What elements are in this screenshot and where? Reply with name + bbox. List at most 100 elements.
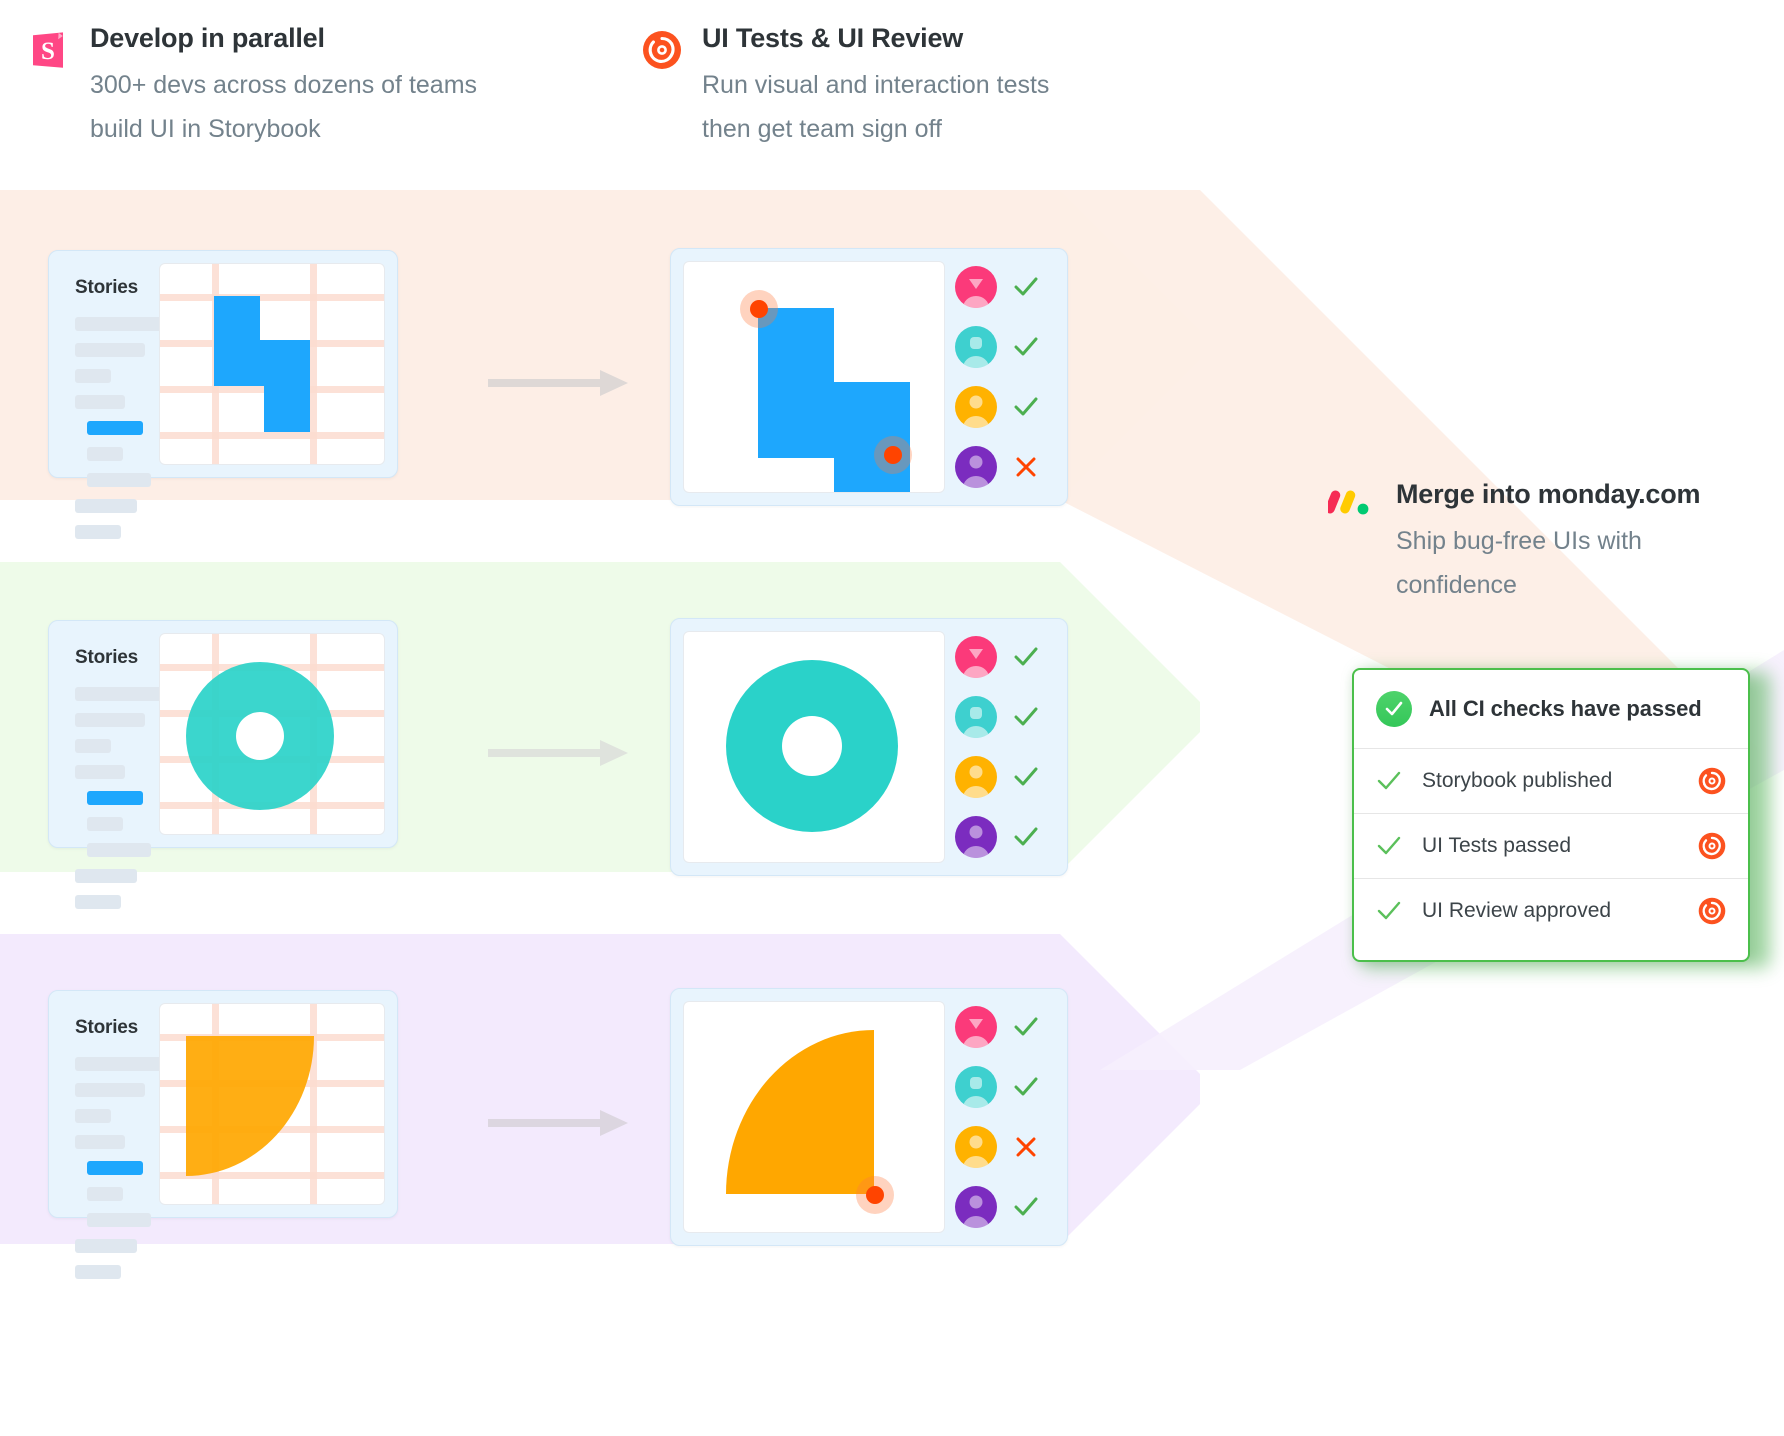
sidebar-item[interactable] — [75, 499, 137, 513]
story-browser-card[interactable]: Stories — [48, 620, 398, 848]
ci-check-row-label: Storybook published — [1422, 769, 1698, 793]
grid-line-horizontal — [160, 432, 384, 439]
sidebar-item[interactable] — [75, 1057, 163, 1071]
sidebar-item[interactable] — [75, 687, 163, 701]
stories-sidebar: Stories — [61, 1003, 159, 1205]
ci-panel-header: All CI checks have passed — [1354, 670, 1748, 748]
story-canvas — [159, 1003, 385, 1205]
stories-title: Stories — [75, 277, 159, 299]
header-subtitle: Ship bug-free UIs with confidence — [1396, 520, 1726, 608]
flow-arrow — [488, 1108, 628, 1143]
reviewers-rail — [945, 1001, 1057, 1233]
reviewer-row[interactable] — [955, 326, 1057, 368]
snapshot-canvas — [683, 1001, 945, 1233]
check-circle-filled-icon — [1376, 691, 1412, 727]
sidebar-item-selected[interactable] — [87, 791, 143, 805]
check-icon — [1376, 898, 1402, 924]
ci-check-row-label: UI Tests passed — [1422, 834, 1698, 858]
story-shape-quarter-circle — [186, 1036, 314, 1176]
sidebar-item[interactable] — [75, 1135, 125, 1149]
avatar — [955, 756, 997, 798]
reviewer-row[interactable] — [955, 816, 1057, 858]
review-card[interactable] — [670, 618, 1068, 876]
sidebar-item[interactable] — [87, 1213, 151, 1227]
sidebar-item[interactable] — [75, 317, 163, 331]
interaction-test-dot[interactable] — [874, 436, 912, 474]
reviewer-row[interactable] — [955, 696, 1057, 738]
monday-logo-icon — [1328, 486, 1376, 516]
sidebar-item[interactable] — [75, 395, 125, 409]
sidebar-item[interactable] — [75, 739, 111, 753]
flow-arrow — [488, 738, 628, 773]
story-browser-card[interactable]: Stories — [48, 250, 398, 478]
sidebar-item[interactable] — [75, 765, 125, 779]
sidebar-item[interactable] — [75, 1083, 145, 1097]
reviewer-row[interactable] — [955, 1186, 1057, 1228]
sidebar-item[interactable] — [75, 1265, 121, 1279]
sidebar-item[interactable] — [75, 343, 145, 357]
story-canvas — [159, 633, 385, 835]
stories-title: Stories — [75, 1017, 159, 1039]
avatar — [955, 636, 997, 678]
sidebar-item[interactable] — [87, 1187, 123, 1201]
snapshot-shape-donut-hole — [782, 716, 842, 776]
status-pass-icon — [1011, 1072, 1041, 1102]
story-shape-z-block — [264, 386, 310, 432]
review-card[interactable] — [670, 248, 1068, 506]
reviewer-row[interactable] — [955, 756, 1057, 798]
header-title: Merge into monday.com — [1396, 478, 1726, 510]
stories-sidebar: Stories — [61, 263, 159, 465]
chromatic-logo-icon — [642, 30, 682, 70]
reviewer-row[interactable] — [955, 266, 1057, 308]
status-pass-icon — [1011, 822, 1041, 852]
check-icon — [1376, 768, 1402, 794]
flow-arrow — [488, 368, 628, 403]
sidebar-item[interactable] — [87, 843, 151, 857]
sidebar-item[interactable] — [75, 713, 145, 727]
sidebar-item[interactable] — [87, 817, 123, 831]
status-fail-icon — [1011, 452, 1041, 482]
status-pass-icon — [1011, 272, 1041, 302]
ci-check-row[interactable]: UI Tests passed — [1354, 813, 1748, 878]
review-card[interactable] — [670, 988, 1068, 1246]
avatar — [955, 266, 997, 308]
story-canvas — [159, 263, 385, 465]
reviewer-row[interactable] — [955, 386, 1057, 428]
chromatic-logo-icon — [1698, 832, 1726, 860]
ci-check-row[interactable]: Storybook published — [1354, 748, 1748, 813]
sidebar-item[interactable] — [75, 369, 111, 383]
story-shape-z-block — [214, 340, 310, 386]
sidebar-item-selected[interactable] — [87, 1161, 143, 1175]
sidebar-item-selected[interactable] — [87, 421, 143, 435]
snapshot-canvas — [683, 261, 945, 493]
sidebar-item[interactable] — [87, 447, 123, 461]
interaction-test-dot[interactable] — [740, 290, 778, 328]
header-subtitle: 300+ devs across dozens of teams build U… — [90, 64, 490, 152]
avatar — [955, 696, 997, 738]
avatar — [955, 1006, 997, 1048]
reviewer-row[interactable] — [955, 1066, 1057, 1108]
avatar — [955, 1066, 997, 1108]
snapshot-shape-quarter-circle — [726, 1030, 874, 1194]
avatar — [955, 326, 997, 368]
storybook-logo-icon: S — [30, 30, 70, 70]
check-icon — [1376, 833, 1402, 859]
story-browser-card[interactable]: Stories — [48, 990, 398, 1218]
sidebar-item[interactable] — [75, 869, 137, 883]
reviewer-row[interactable] — [955, 636, 1057, 678]
avatar — [955, 386, 997, 428]
sidebar-item[interactable] — [75, 1239, 137, 1253]
sidebar-item[interactable] — [87, 473, 151, 487]
sidebar-item[interactable] — [75, 895, 121, 909]
reviewers-rail — [945, 261, 1057, 493]
chromatic-logo-icon — [1698, 897, 1726, 925]
ci-check-row[interactable]: UI Review approved — [1354, 878, 1748, 943]
reviewer-row[interactable] — [955, 1006, 1057, 1048]
sidebar-item[interactable] — [75, 1109, 111, 1123]
reviewer-row[interactable] — [955, 1126, 1057, 1168]
sidebar-item[interactable] — [75, 525, 121, 539]
ci-checks-panel[interactable]: All CI checks have passed Storybook publ… — [1352, 668, 1750, 962]
interaction-test-dot[interactable] — [856, 1176, 894, 1214]
stories-sidebar: Stories — [61, 633, 159, 835]
reviewer-row[interactable] — [955, 446, 1057, 488]
